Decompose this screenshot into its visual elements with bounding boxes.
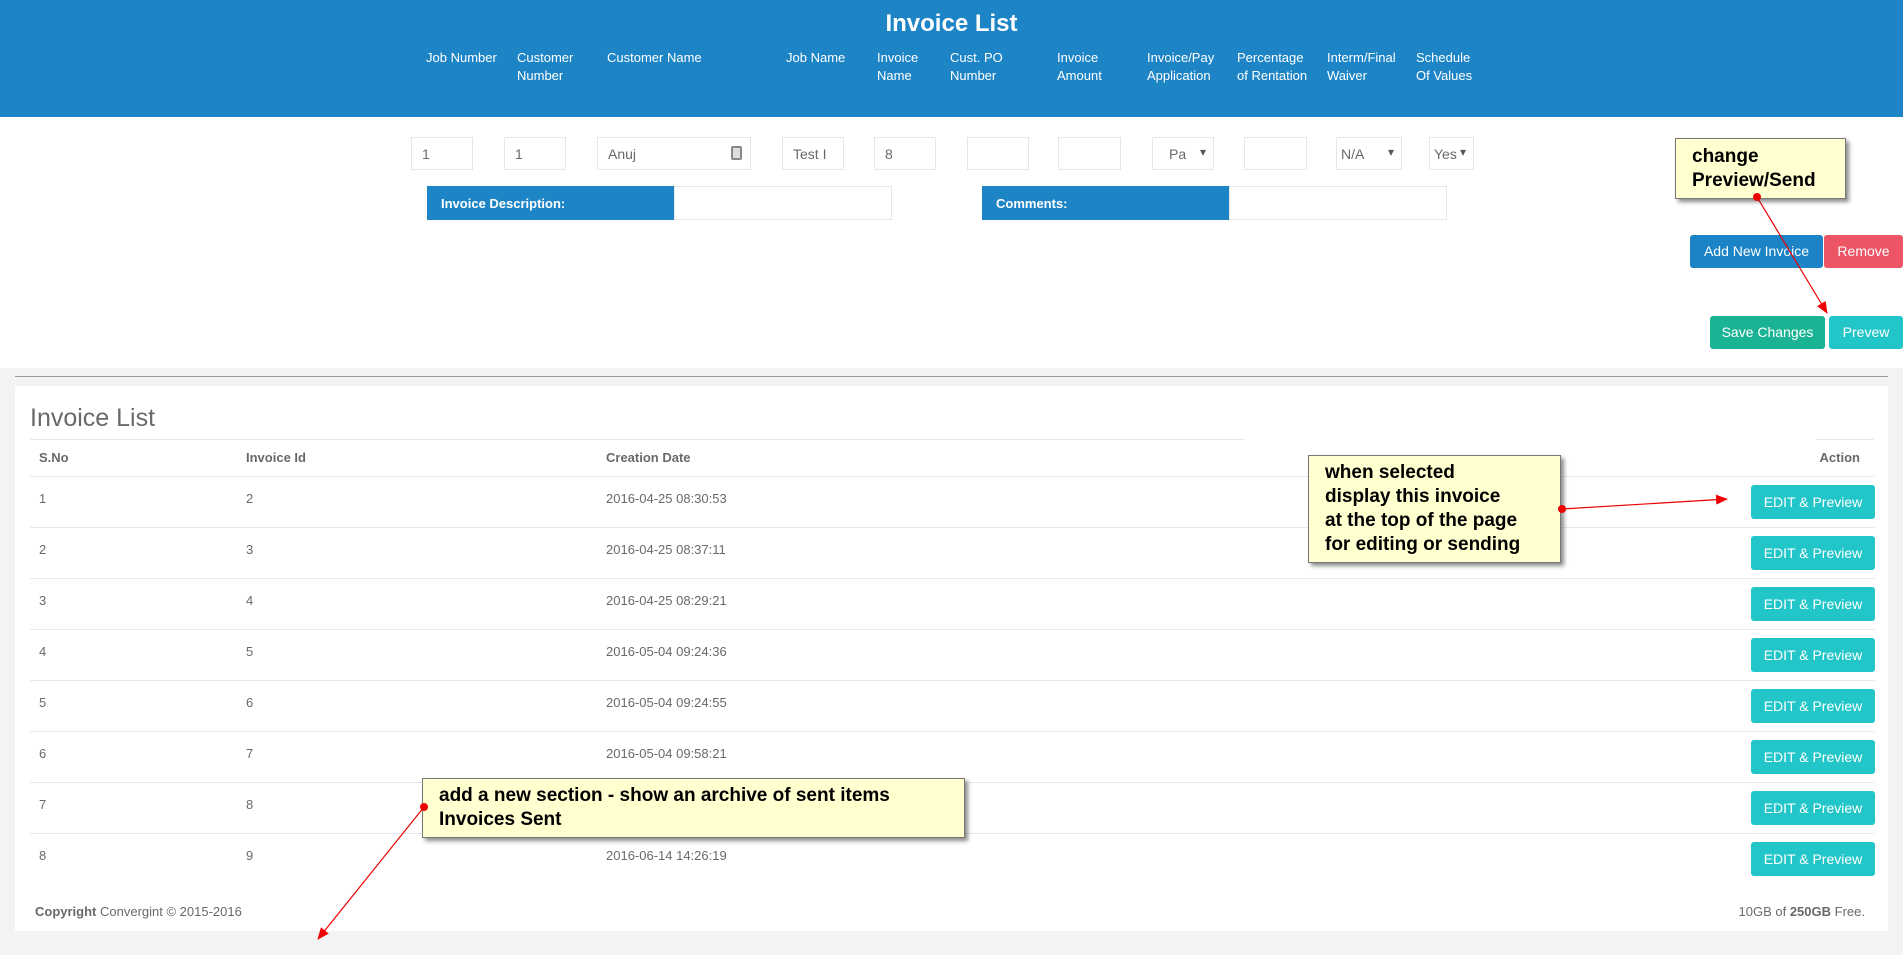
table-row: 1 2 2016-04-25 08:30:53 EDIT & Preview [30, 476, 1875, 527]
storage-info: 10GB of 250GB Free. [1739, 904, 1865, 919]
th-action: Action [1819, 450, 1860, 465]
invoice-list-panel: Invoice List S.No Invoice Id Creation Da… [15, 386, 1888, 931]
table-row: 6 7 2016-05-04 09:58:21 EDIT & Preview [30, 731, 1875, 782]
callout-edit-preview: when selected display this invoice at th… [1308, 455, 1561, 563]
customer-name-input[interactable]: Anuj [597, 137, 751, 170]
save-changes-button[interactable]: Save Changes [1710, 316, 1825, 349]
storage-used: 10GB of [1738, 904, 1790, 919]
customer-name-value: Anuj [608, 146, 637, 162]
cell-sno: 1 [39, 491, 47, 506]
cell-sno: 7 [39, 797, 47, 812]
cell-invoice-id: 6 [246, 695, 254, 710]
waiver-value: N/A [1341, 146, 1365, 162]
preview-button[interactable]: Prevew [1829, 316, 1903, 349]
customer-number-input[interactable]: 1 [504, 137, 566, 170]
cell-creation-date: 2016-04-25 08:37:11 [606, 542, 726, 557]
col-invoice-amount: Invoice Amount [1057, 50, 1102, 83]
cell-invoice-id: 8 [246, 797, 254, 812]
edit-preview-button[interactable]: EDIT & Preview [1751, 791, 1875, 825]
edit-preview-button[interactable]: EDIT & Preview [1751, 638, 1875, 672]
comments-input[interactable] [1229, 186, 1447, 220]
table-row: 5 6 2016-05-04 09:24:55 EDIT & Preview [30, 680, 1875, 731]
cell-invoice-id: 9 [246, 848, 254, 863]
invoice-description-label: Invoice Description: [427, 186, 674, 220]
contact-card-icon[interactable] [731, 146, 742, 160]
cell-invoice-id: 5 [246, 644, 254, 659]
col-schedule: Schedule Of Values [1416, 50, 1473, 83]
table-row: 4 5 2016-05-04 09:24:36 EDIT & Preview [30, 629, 1875, 680]
col-customer-number: Customer Number [517, 50, 574, 83]
table-row: 3 4 2016-04-25 08:29:21 EDIT & Preview [30, 578, 1875, 629]
cell-creation-date: 2016-04-25 08:30:53 [606, 491, 727, 506]
invoice-amount-input[interactable] [1058, 137, 1121, 170]
callout-preview-send: change Preview/Send [1675, 138, 1846, 199]
th-sno: S.No [39, 450, 69, 465]
cell-creation-date: 2016-05-04 09:58:21 [606, 746, 727, 761]
divider [15, 376, 1888, 377]
col-cust-po: Cust. PO Number [950, 50, 1003, 83]
cell-sno: 5 [39, 695, 47, 710]
invoice-list-title: Invoice List [30, 404, 156, 432]
cell-invoice-id: 4 [246, 593, 254, 608]
pay-application-value: Pa [1169, 146, 1187, 162]
col-job-number: Job Number [426, 50, 497, 65]
th-creation-date: Creation Date [606, 450, 691, 465]
table-row: 8 9 2016-06-14 14:26:19 EDIT & Preview [30, 833, 1875, 884]
job-name-input[interactable]: Test I [782, 137, 844, 170]
cell-invoice-id: 3 [246, 542, 254, 557]
schedule-select[interactable]: Yes [1429, 137, 1474, 170]
remove-button[interactable]: Remove [1824, 235, 1903, 268]
col-invoice-name: Invoice Name [877, 50, 919, 83]
edit-preview-button[interactable]: EDIT & Preview [1751, 740, 1875, 774]
cell-creation-date: 2016-05-04 09:24:36 [606, 644, 727, 659]
add-new-invoice-button[interactable]: Add New Invoice [1690, 235, 1823, 268]
col-waiver: Interm/Final Waiver [1327, 50, 1396, 83]
title-underline-right [1816, 439, 1874, 440]
cell-sno: 6 [39, 746, 47, 761]
edit-preview-button[interactable]: EDIT & Preview [1751, 587, 1875, 621]
cell-sno: 3 [39, 593, 47, 608]
invoice-name-input[interactable]: 8 [874, 137, 936, 170]
invoice-form-section: Invoice List Job Number Customer Number … [0, 0, 1903, 368]
table-row: 2 3 2016-04-25 08:37:11 EDIT & Preview [30, 527, 1875, 578]
cell-invoice-id: 7 [246, 746, 254, 761]
callout-sent-archive: add a new section - show an archive of s… [422, 778, 965, 838]
pay-application-select[interactable]: Pa [1152, 137, 1214, 170]
edit-preview-button[interactable]: EDIT & Preview [1751, 485, 1875, 519]
th-invoice-id: Invoice Id [246, 450, 306, 465]
storage-total: 250GB [1789, 904, 1832, 919]
col-pay-application: Invoice/Pay Application [1147, 50, 1215, 83]
copyright: Copyright Convergint © 2015-2016 [35, 904, 242, 919]
edit-preview-button[interactable]: EDIT & Preview [1751, 689, 1875, 723]
cell-sno: 2 [39, 542, 47, 557]
col-job-name: Job Name [786, 50, 846, 65]
cell-creation-date: 2016-05-04 09:24:55 [606, 695, 727, 710]
cell-invoice-id: 2 [246, 491, 254, 506]
cell-creation-date: 2016-06-14 14:26:19 [606, 848, 727, 863]
storage-suffix: Free. [1831, 904, 1865, 919]
cell-sno: 8 [39, 848, 47, 863]
job-number-input[interactable]: 1 [411, 137, 473, 170]
col-customer-name: Customer Name [607, 50, 702, 65]
cust-po-input[interactable] [967, 137, 1029, 170]
cell-creation-date: 2016-04-25 08:29:21 [606, 593, 727, 608]
header-bar: Invoice List Job Number Customer Number … [0, 0, 1903, 117]
title-underline [30, 439, 1245, 440]
col-percentage: Percentage of Rentation [1237, 50, 1308, 83]
edit-preview-button[interactable]: EDIT & Preview [1751, 842, 1875, 876]
copyright-bold: Copyright [35, 904, 97, 919]
cell-sno: 4 [39, 644, 47, 659]
comments-label: Comments: [982, 186, 1229, 220]
page-title: Invoice List [885, 10, 1018, 37]
copyright-text: Convergint © 2015-2016 [96, 904, 242, 919]
invoice-description-input[interactable] [674, 186, 892, 220]
schedule-value: Yes [1434, 146, 1457, 162]
edit-preview-button[interactable]: EDIT & Preview [1751, 536, 1875, 570]
percentage-input[interactable] [1244, 137, 1307, 170]
waiver-select[interactable]: N/A [1336, 137, 1402, 170]
